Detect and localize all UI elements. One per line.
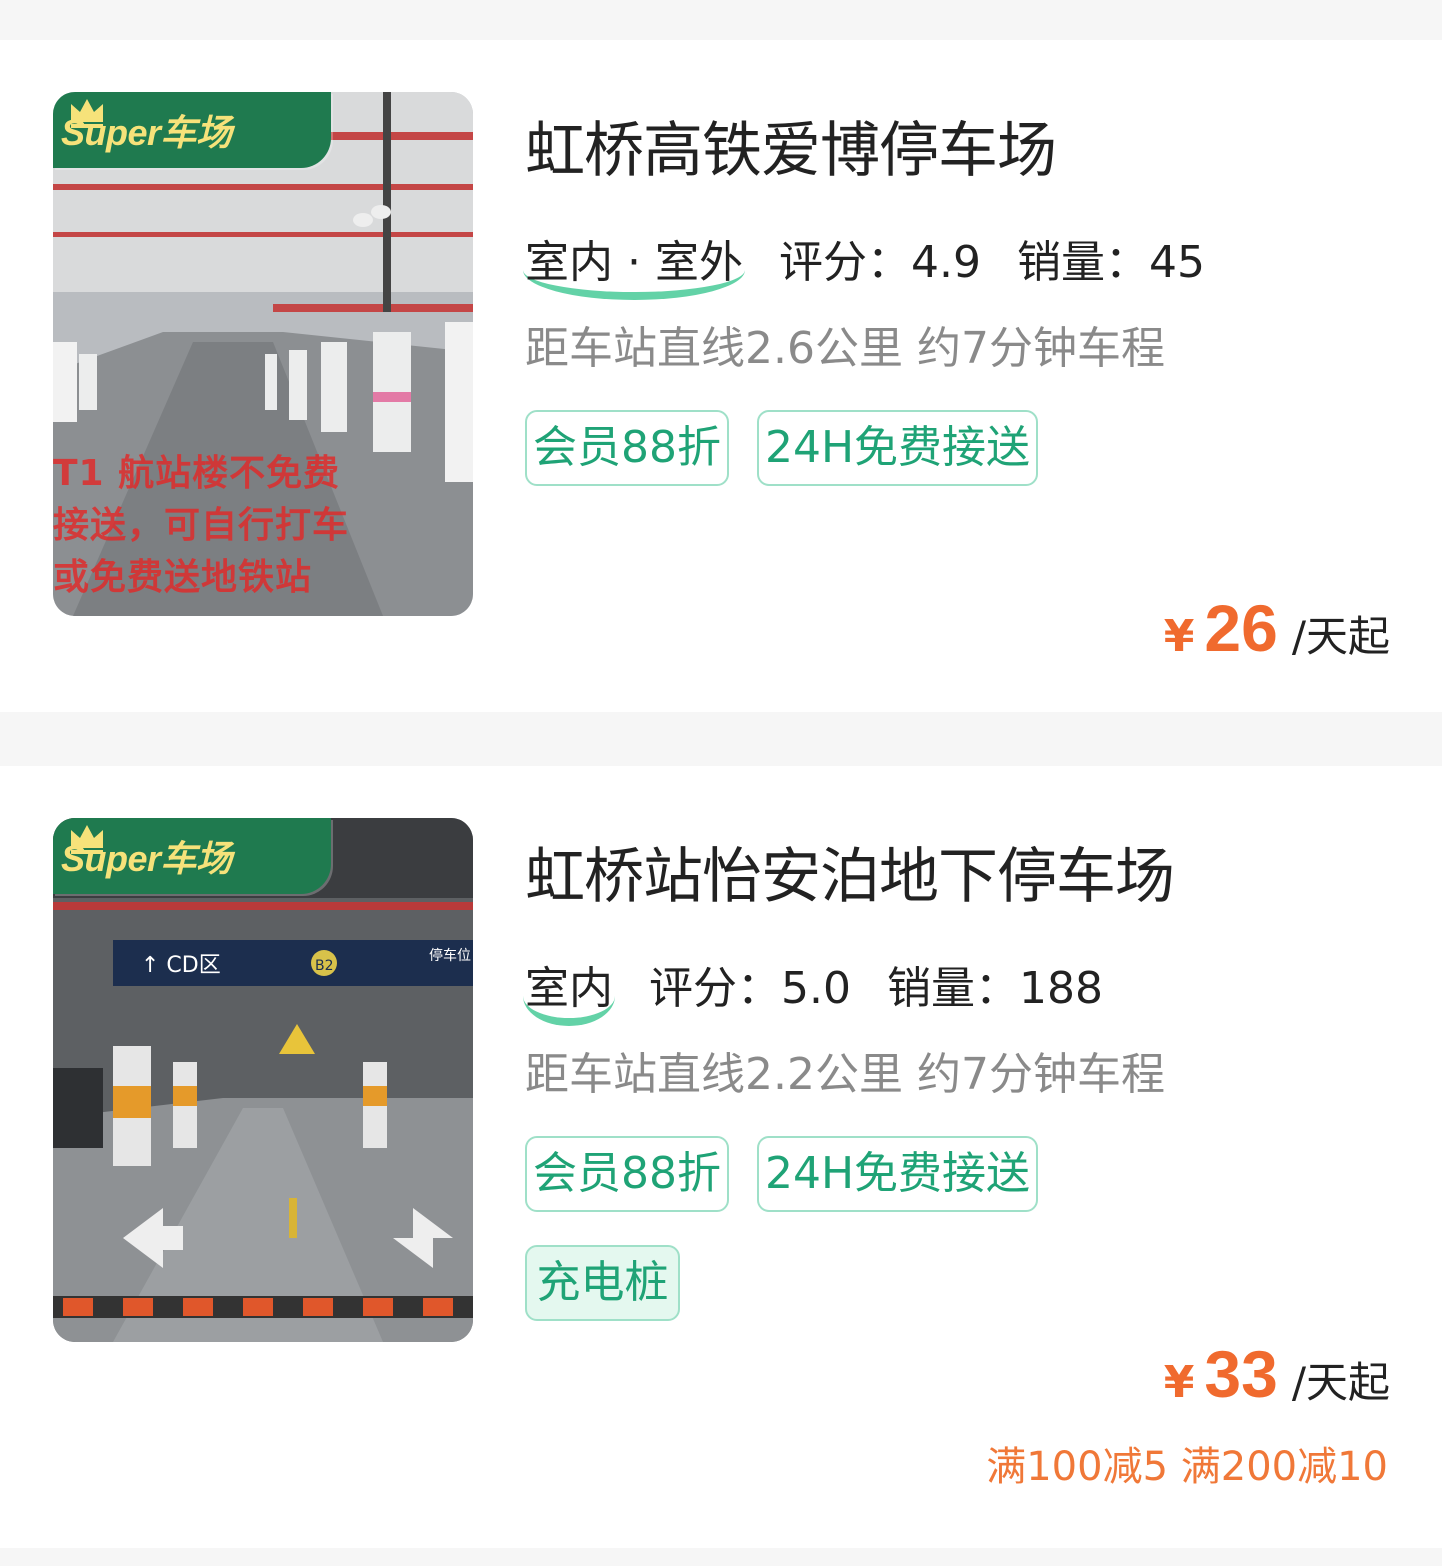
crown-icon — [71, 825, 103, 854]
price-amount: 33 — [1204, 1337, 1278, 1411]
price-amount: 26 — [1204, 591, 1278, 665]
sign-text: ↑ CD区 — [141, 953, 221, 978]
tag-member-discount: 会员88折 — [525, 1136, 729, 1212]
tag-free-shuttle: 24H免费接送 — [757, 410, 1038, 486]
tag-member-discount: 会员88折 — [525, 410, 729, 486]
price-block: ¥ 33 /天起 — [1164, 1336, 1390, 1412]
price-block: ¥ 26 /天起 — [1164, 590, 1390, 666]
parking-listing-card[interactable]: ↑ CD区 B2 停车位 Super车场 虹桥站怡安泊地下停车场 室内 评分： … — [0, 766, 1442, 1548]
promotion-text: 满100减5 满200减10 — [986, 1444, 1388, 1490]
sign-level: B2 — [315, 958, 334, 974]
super-parking-badge: Super车场 — [53, 818, 331, 894]
super-parking-badge: Super车场 — [53, 92, 331, 168]
env-type: 室内 · 室外 — [523, 226, 745, 300]
photo-overlay-text: T1 航站楼不免费 接送，可自行打车 或免费送地铁站 — [53, 448, 349, 604]
parking-garage-image: ↑ CD区 B2 停车位 — [53, 818, 473, 1342]
listing-title[interactable]: 虹桥高铁爱博停车场 — [525, 102, 1057, 189]
rating-label: 评分： — [778, 237, 911, 288]
crown-icon — [71, 99, 103, 128]
distance-info: 距车站直线2.2公里 约7分钟车程 — [525, 1049, 1165, 1100]
currency-symbol: ¥ — [1163, 611, 1195, 662]
distance-info: 距车站直线2.6公里 约7分钟车程 — [525, 323, 1165, 374]
currency-symbol: ¥ — [1163, 1357, 1195, 1408]
parking-lot-photo[interactable]: ↑ CD区 B2 停车位 Super车场 — [53, 818, 473, 1342]
env-type: 室内 — [523, 952, 615, 1026]
tag-charging-station: 充电桩 — [525, 1245, 680, 1321]
sales-label: 销量： — [1016, 237, 1149, 288]
price-unit: /天起 — [1291, 612, 1390, 661]
parking-lot-photo[interactable]: Super车场 T1 航站楼不免费 接送，可自行打车 或免费送地铁站 — [53, 92, 473, 616]
tag-free-shuttle: 24H免费接送 — [757, 1136, 1038, 1212]
sales-value: 45 — [1148, 237, 1205, 288]
listing-title[interactable]: 虹桥站怡安泊地下停车场 — [525, 828, 1175, 915]
listing-meta: 室内 · 室外 评分： 4.9 销量： 45 — [523, 226, 1205, 300]
listing-meta: 室内 评分： 5.0 销量： 188 — [523, 952, 1103, 1026]
overlay-line: 接送，可自行打车 — [53, 505, 350, 546]
sales-value: 188 — [1018, 963, 1103, 1014]
sign-right: 停车位 — [429, 947, 471, 964]
overlay-line: 或免费送地铁站 — [53, 557, 313, 598]
rating-label: 评分： — [649, 963, 781, 1014]
rating-value: 5.0 — [781, 963, 851, 1014]
parking-listing-card[interactable]: Super车场 T1 航站楼不免费 接送，可自行打车 或免费送地铁站 虹桥高铁爱… — [0, 40, 1442, 712]
sales-label: 销量： — [886, 963, 1019, 1014]
rating-value: 4.9 — [910, 237, 981, 288]
price-unit: /天起 — [1291, 1358, 1390, 1407]
overlay-line: T1 航站楼不免费 — [53, 453, 341, 494]
